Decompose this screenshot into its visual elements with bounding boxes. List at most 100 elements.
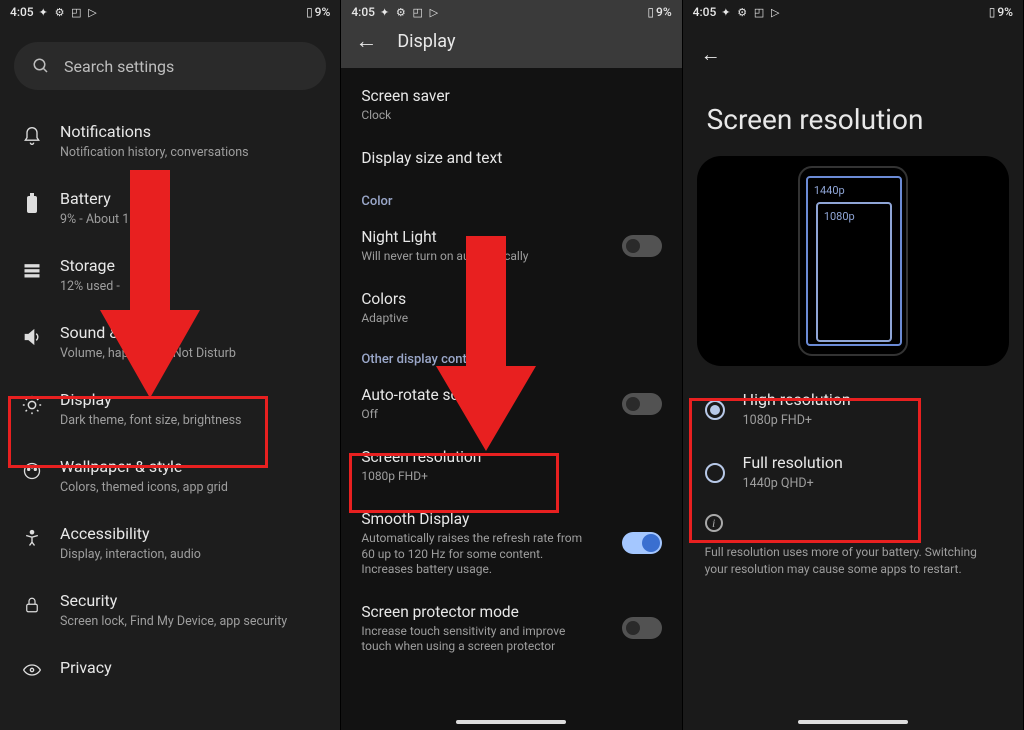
- item-sub: Adaptive: [361, 311, 661, 327]
- panel-display-settings: 4:05 ✦ ⚙ ◰ ▷ ▯ 9% ← Display Screen saver…: [341, 0, 682, 730]
- phone-frame-icon: 1440p 1080p: [798, 166, 908, 356]
- section-header-color: Color: [341, 180, 681, 215]
- item-label: Notifications: [60, 122, 322, 143]
- resolution-option-high[interactable]: High resolution 1080p FHD+: [683, 378, 1023, 441]
- item-sub: Off: [361, 407, 488, 423]
- battery-text: 9%: [656, 5, 672, 19]
- item-label: Colors: [361, 289, 661, 309]
- brightness-icon: [18, 394, 46, 416]
- battery-icon: [18, 193, 46, 215]
- autorotate-toggle[interactable]: [622, 393, 662, 415]
- palette-icon: [18, 461, 46, 481]
- item-label: Accessibility: [60, 524, 322, 545]
- search-settings-input[interactable]: Search settings: [14, 42, 326, 90]
- item-label: Smooth Display: [361, 509, 591, 529]
- storage-icon: [18, 260, 46, 280]
- item-label: Sound & vibration: [60, 323, 322, 344]
- item-label: Night Light: [361, 227, 528, 247]
- battery-text: 9%: [315, 5, 331, 19]
- item-sub: Automatically raises the refresh rate fr…: [361, 531, 591, 578]
- eye-icon: [18, 662, 46, 678]
- item-sub: Volume, haptics, Do Not Disturb: [60, 346, 322, 362]
- gesture-nav-indicator[interactable]: [456, 720, 566, 724]
- gesture-nav-indicator[interactable]: [798, 720, 908, 724]
- statusbar: 4:05 ✦ ⚙ ◰ ▷ ▯ 9%: [0, 0, 340, 24]
- screen-protector-toggle[interactable]: [622, 617, 662, 639]
- accessibility-icon: [18, 528, 46, 548]
- lock-icon: [18, 595, 46, 615]
- item-label: Screen resolution: [361, 447, 661, 467]
- item-label: Privacy: [60, 658, 322, 679]
- display-item-autorotate[interactable]: Auto-rotate screen Off: [341, 373, 681, 435]
- status-time: 4:05: [10, 5, 34, 19]
- item-sub: Display, interaction, audio: [60, 547, 322, 563]
- resolution-option-full[interactable]: Full resolution 1440p QHD+: [683, 441, 1023, 504]
- settings-item-storage[interactable]: Storage 12% used -: [0, 242, 340, 309]
- res-1080-label: 1080p: [824, 210, 855, 223]
- option-sub: 1080p FHD+: [743, 413, 851, 429]
- item-label: Auto-rotate screen: [361, 385, 488, 405]
- item-label: Display size and text: [361, 148, 661, 168]
- option-label: High resolution: [743, 390, 851, 411]
- item-sub: 1080p FHD+: [361, 469, 661, 485]
- page-title: Screen resolution: [683, 67, 1023, 156]
- back-button[interactable]: ←: [355, 28, 377, 54]
- section-header-other: Other display controls: [341, 338, 681, 373]
- display-item-colors[interactable]: Colors Adaptive: [341, 277, 681, 339]
- settings-item-display[interactable]: Display Dark theme, font size, brightnes…: [0, 376, 340, 443]
- item-label: Battery: [60, 189, 322, 210]
- item-label: Screen saver: [361, 86, 661, 106]
- display-item-size-text[interactable]: Display size and text: [341, 136, 681, 180]
- item-sub: Notification history, conversations: [60, 145, 322, 161]
- status-time: 4:05: [351, 5, 375, 19]
- nightlight-toggle[interactable]: [622, 235, 662, 257]
- statusbar: 4:05 ✦ ⚙ ◰ ▷ ▯ 9%: [683, 0, 1023, 24]
- battery-icon: ▯: [647, 5, 654, 19]
- display-item-screensaver[interactable]: Screen saver Clock: [341, 74, 681, 136]
- item-label: Security: [60, 591, 322, 612]
- status-icons-left: ✦ ⚙ ◰ ▷: [721, 6, 781, 19]
- item-sub: Dark theme, font size, brightness: [60, 413, 322, 429]
- display-item-screen-resolution[interactable]: Screen resolution 1080p FHD+: [341, 435, 681, 497]
- info-icon: i: [705, 514, 723, 532]
- battery-icon: ▯: [989, 5, 996, 19]
- item-label: Display: [60, 390, 322, 411]
- display-item-screen-protector[interactable]: Screen protector mode Increase touch sen…: [341, 590, 681, 667]
- settings-item-accessibility[interactable]: Accessibility Display, interaction, audi…: [0, 510, 340, 577]
- res-1440-label: 1440p: [814, 184, 845, 197]
- display-item-nightlight[interactable]: Night Light Will never turn on automatic…: [341, 215, 681, 277]
- settings-item-security[interactable]: Security Screen lock, Find My Device, ap…: [0, 577, 340, 644]
- status-icons-left: ✦ ⚙ ◰ ▷: [39, 6, 99, 19]
- item-sub: Colors, themed icons, app grid: [60, 480, 322, 496]
- settings-item-sound[interactable]: Sound & vibration Volume, haptics, Do No…: [0, 309, 340, 376]
- item-label: Storage: [60, 256, 322, 277]
- item-label: Screen protector mode: [361, 602, 591, 622]
- item-sub: Clock: [361, 108, 661, 124]
- battery-text: 9%: [997, 5, 1013, 19]
- bell-icon: [18, 126, 46, 146]
- status-time: 4:05: [693, 5, 717, 19]
- radio-icon: [705, 463, 725, 483]
- settings-item-privacy[interactable]: Privacy: [0, 644, 340, 693]
- statusbar: 4:05 ✦ ⚙ ◰ ▷ ▯ 9%: [341, 0, 681, 24]
- panel-settings-root: 4:05 ✦ ⚙ ◰ ▷ ▯ 9% Search settings Notifi…: [0, 0, 341, 730]
- settings-item-notifications[interactable]: Notifications Notification history, conv…: [0, 108, 340, 175]
- item-sub: 9% - About 1 hr,: [60, 212, 322, 228]
- smooth-display-toggle[interactable]: [622, 532, 662, 554]
- option-sub: 1440p QHD+: [743, 476, 843, 492]
- volume-icon: [18, 327, 46, 347]
- display-item-smooth-display[interactable]: Smooth Display Automatically raises the …: [341, 497, 681, 590]
- res-1080-outline: 1080p: [816, 202, 892, 342]
- battery-icon: ▯: [306, 5, 313, 19]
- settings-item-wallpaper[interactable]: Wallpaper & style Colors, themed icons, …: [0, 443, 340, 510]
- page-title: Display: [397, 31, 455, 52]
- settings-item-battery[interactable]: Battery 9% - About 1 hr,: [0, 175, 340, 242]
- resolution-info: i: [683, 504, 1023, 542]
- option-label: Full resolution: [743, 453, 843, 474]
- resolution-preview: 1440p 1080p: [697, 156, 1009, 366]
- panel-screen-resolution: 4:05 ✦ ⚙ ◰ ▷ ▯ 9% ← Screen resolution 14…: [683, 0, 1024, 730]
- item-sub: Will never turn on automatically: [361, 249, 528, 265]
- back-button[interactable]: ←: [683, 24, 1023, 67]
- search-placeholder: Search settings: [64, 57, 174, 76]
- item-sub: 12% used -: [60, 279, 322, 295]
